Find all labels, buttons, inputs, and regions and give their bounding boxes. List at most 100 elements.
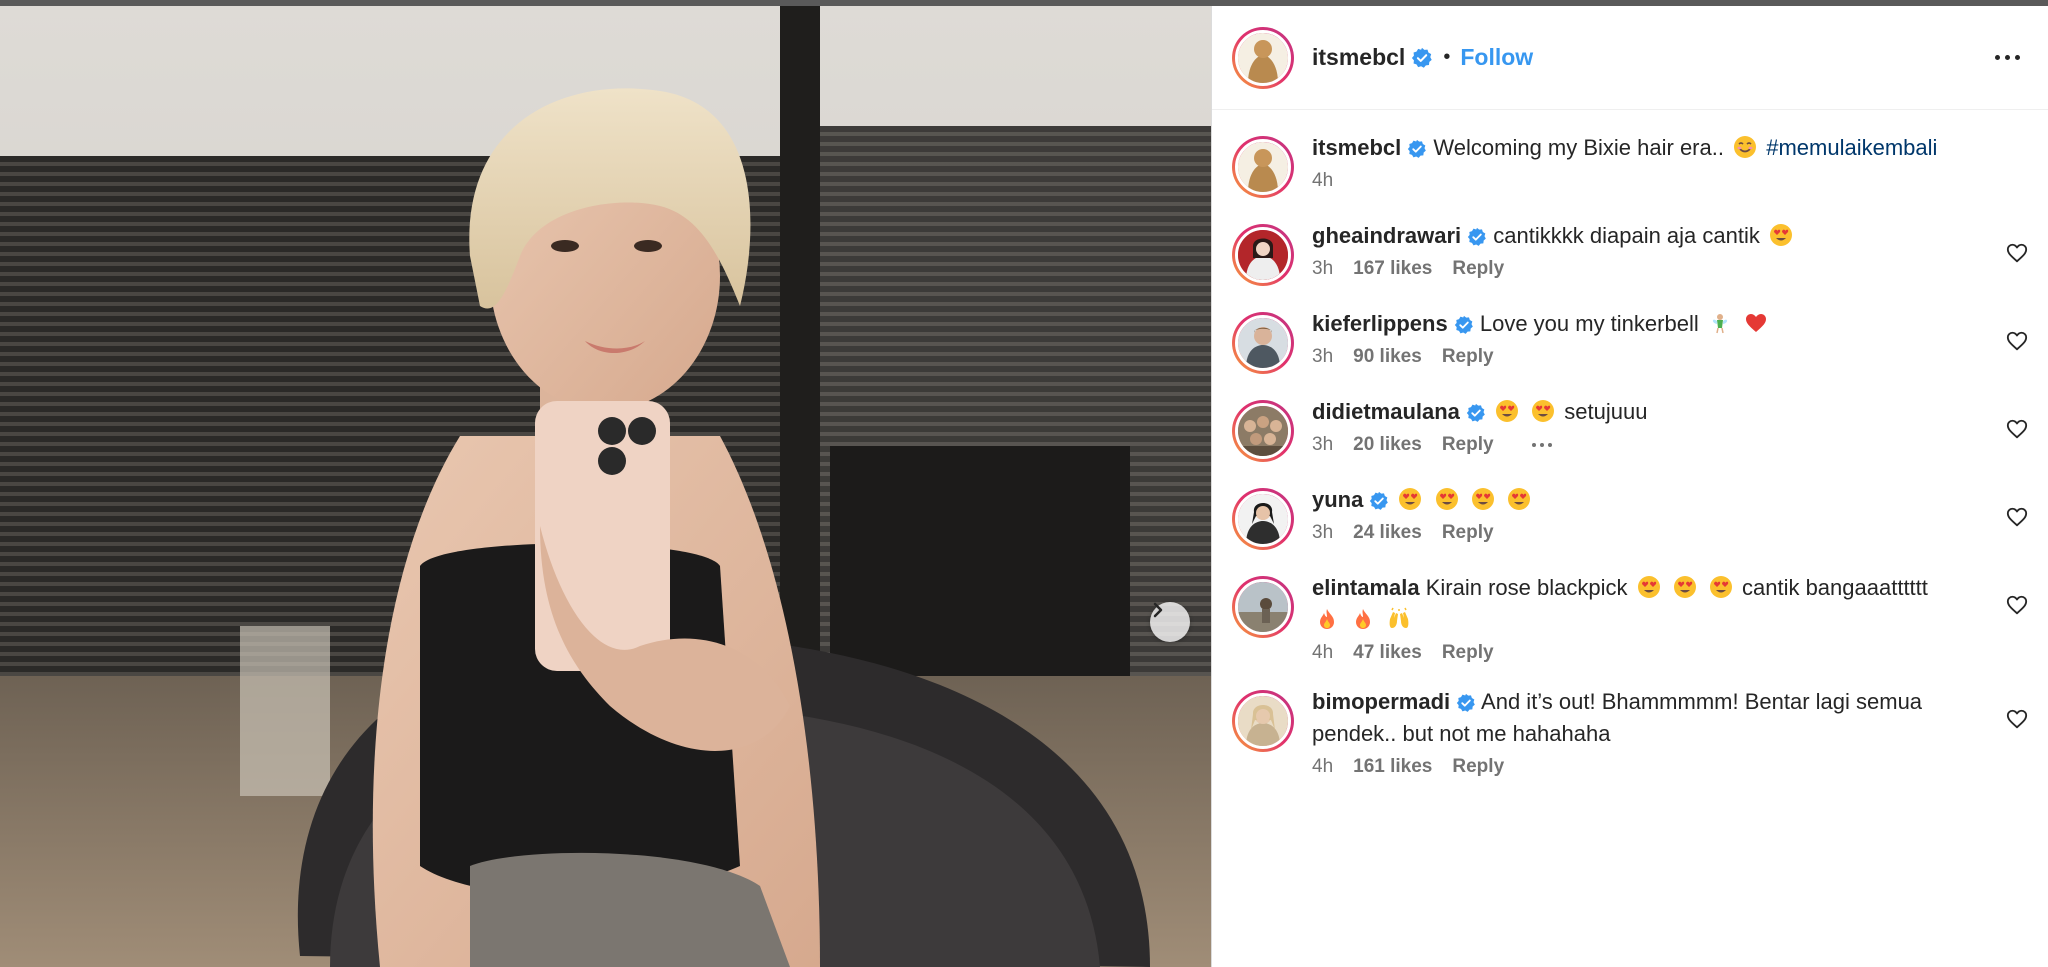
comment-item: didietmaulana setujuuu 3h 20 likes Reply: [1232, 396, 2028, 462]
comment-likes[interactable]: 47 likes: [1353, 642, 1422, 664]
comment-likes[interactable]: 90 likes: [1353, 346, 1422, 368]
comment-username[interactable]: bimopermadi: [1312, 689, 1450, 714]
comment-text: gheaindrawari cantikkkk diapain aja cant…: [1312, 220, 1978, 252]
comment-time[interactable]: 3h: [1312, 258, 1333, 280]
comment-meta: 3h 20 likes Reply: [1312, 434, 1978, 456]
comment-time[interactable]: 3h: [1312, 434, 1333, 456]
comment-options-button[interactable]: [1531, 443, 1552, 447]
author-avatar-image: [1238, 32, 1288, 83]
comment-username[interactable]: yuna: [1312, 487, 1363, 512]
like-heart-icon[interactable]: [2006, 242, 2028, 264]
commenter-avatar-image: [1238, 318, 1288, 368]
comment-meta: 3h 90 likes Reply: [1312, 346, 1978, 368]
comment-time[interactable]: 4h: [1312, 642, 1333, 664]
commenter-avatar[interactable]: [1232, 224, 1294, 286]
commenter-avatar-image: [1238, 406, 1288, 456]
heart-eyes-emoji-icon: [1709, 576, 1732, 598]
comment-likes[interactable]: 161 likes: [1353, 756, 1432, 778]
comment-body-2: cantik bangaaatttttt: [1741, 575, 1928, 600]
comment-time[interactable]: 4h: [1312, 756, 1333, 778]
like-heart-icon[interactable]: [2006, 594, 2028, 616]
like-heart-icon[interactable]: [2006, 418, 2028, 440]
commenter-avatar-image: [1238, 230, 1288, 280]
author-username[interactable]: itsmebcl: [1312, 44, 1405, 71]
like-heart-icon[interactable]: [2006, 708, 2028, 730]
heart-eyes-emoji-icon: [1637, 576, 1660, 598]
author-avatar[interactable]: [1232, 26, 1294, 89]
comment-username[interactable]: gheaindrawari: [1312, 223, 1461, 248]
hashtag-link[interactable]: #memulaikembali: [1766, 135, 1937, 160]
reply-button[interactable]: Reply: [1442, 346, 1494, 368]
comment-text: didietmaulana setujuuu: [1312, 396, 1978, 428]
more-dot: [1531, 443, 1536, 447]
heart-eyes-emoji-icon: [1496, 400, 1519, 422]
comment-item: bimopermadi And it’s out! Bhammmmm! Bent…: [1232, 686, 2028, 778]
comment-item: gheaindrawari cantikkkk diapain aja cant…: [1232, 220, 2028, 286]
verified-badge-icon: [1456, 694, 1475, 713]
heart-eyes-emoji-icon: [1435, 488, 1458, 510]
reply-button[interactable]: Reply: [1442, 434, 1494, 456]
commenter-avatar-image: [1238, 582, 1288, 632]
commenter-avatar[interactable]: [1232, 312, 1294, 374]
caption-avatar-image: [1238, 142, 1288, 192]
heart-eyes-emoji-icon: [1399, 488, 1422, 510]
more-options-button[interactable]: [1987, 47, 2028, 68]
caption-avatar[interactable]: [1232, 136, 1294, 198]
comment-text: kieferlippens Love you my tinkerbell: [1312, 308, 1978, 340]
comment-username[interactable]: didietmaulana: [1312, 399, 1460, 424]
next-image-button[interactable]: [1150, 602, 1190, 642]
heart-eyes-emoji-icon: [1507, 488, 1530, 510]
comment-username[interactable]: elintamala: [1312, 575, 1420, 600]
comment-text: bimopermadi And it’s out! Bhammmmm! Bent…: [1312, 686, 1978, 750]
verified-badge-icon: [1408, 140, 1427, 159]
like-heart-icon[interactable]: [2006, 506, 2028, 528]
comment-body: Love you my tinkerbell: [1479, 311, 1699, 336]
caption-username[interactable]: itsmebcl: [1312, 135, 1401, 160]
comment-body: Kirain rose blackpick: [1425, 575, 1628, 600]
like-heart-icon[interactable]: [2006, 330, 2028, 352]
more-dot: [2005, 55, 2010, 60]
commenter-avatar[interactable]: [1232, 690, 1294, 752]
raised-hands-emoji-icon: [1389, 607, 1409, 628]
separator-dot: •: [1443, 46, 1451, 68]
comments-list: itsmebcl Welcoming my Bixie hair era.. #…: [1212, 110, 2048, 778]
commenter-avatar[interactable]: [1232, 576, 1294, 638]
comment-text: elintamala Kirain rose blackpick cantik …: [1312, 572, 1978, 636]
comment-meta: 4h 161 likes Reply: [1312, 756, 1978, 778]
comment-time[interactable]: 3h: [1312, 522, 1333, 544]
comment-meta: 3h 167 likes Reply: [1312, 258, 1978, 280]
reply-button[interactable]: Reply: [1442, 522, 1494, 544]
comment-meta: 4h 47 likes Reply: [1312, 642, 1978, 664]
comment-item: kieferlippens Love you my tinkerbell 3h …: [1232, 308, 2028, 374]
comment-username[interactable]: kieferlippens: [1312, 311, 1448, 336]
post-media[interactable]: [0, 6, 1211, 967]
comment-item: elintamala Kirain rose blackpick cantik …: [1232, 572, 2028, 664]
fire-emoji-icon: [1356, 609, 1371, 629]
comment-text: yuna: [1312, 484, 1978, 516]
comment-likes[interactable]: 20 likes: [1353, 434, 1422, 456]
commenter-avatar[interactable]: [1232, 400, 1294, 462]
comment-likes[interactable]: 24 likes: [1353, 522, 1422, 544]
comment-item: yuna 3h 24 likes Reply: [1232, 484, 2028, 550]
commenter-avatar[interactable]: [1232, 488, 1294, 550]
reply-button[interactable]: Reply: [1452, 756, 1504, 778]
more-dot: [1547, 443, 1552, 447]
commenter-avatar-image: [1238, 494, 1288, 544]
comment-likes[interactable]: 167 likes: [1353, 258, 1432, 280]
more-dot: [2015, 55, 2020, 60]
commenter-avatar-image: [1238, 696, 1288, 746]
heart-eyes-emoji-icon: [1673, 576, 1696, 598]
follow-button[interactable]: Follow: [1460, 44, 1533, 71]
reply-button[interactable]: Reply: [1452, 258, 1504, 280]
heart-eyes-emoji-icon: [1532, 400, 1555, 422]
verified-badge-icon: [1454, 316, 1473, 335]
verified-badge-icon: [1412, 47, 1433, 68]
comment-time[interactable]: 3h: [1312, 346, 1333, 368]
fire-emoji-icon: [1320, 609, 1334, 629]
reply-button[interactable]: Reply: [1442, 642, 1494, 664]
chevron-right-icon: [1153, 602, 1163, 618]
caption-meta: 4h: [1312, 170, 1978, 192]
caption-time[interactable]: 4h: [1312, 170, 1333, 192]
red-heart-emoji-icon: [1745, 314, 1766, 332]
heart-eyes-emoji-icon: [1770, 224, 1792, 246]
